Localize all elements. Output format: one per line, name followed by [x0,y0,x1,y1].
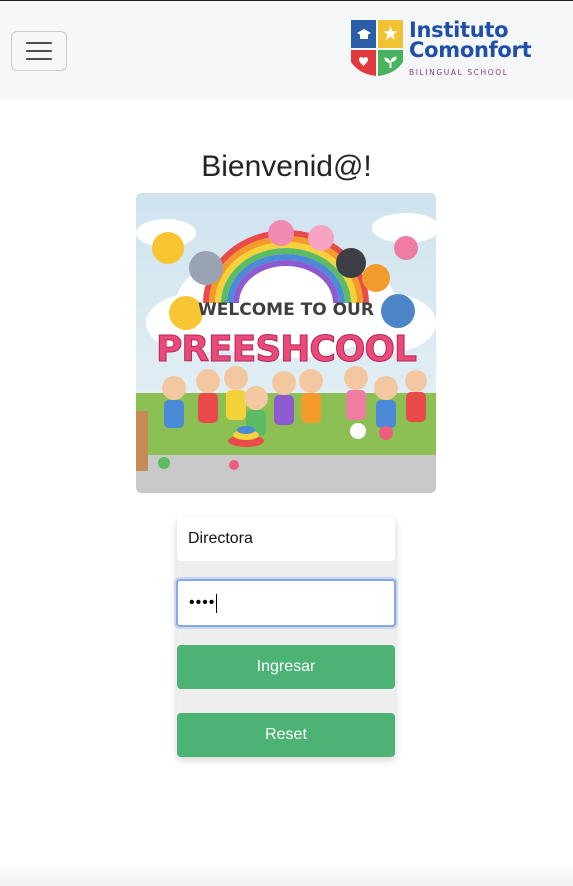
banner-text-preschool: PREESHCOOL [156,329,416,370]
hamburger-icon-line [26,58,52,60]
hamburger-icon-line [26,50,52,52]
hamburger-icon-line [26,42,52,44]
page-title: Bienvenid@! [201,150,372,183]
password-mask: •••• [189,594,216,611]
navbar: Instituto Comonfort BILINGUAL SCHOOL [0,1,573,100]
username-field[interactable] [177,517,395,561]
menu-toggle-button[interactable] [11,31,67,71]
preschool-illustration: WELCOME TO OUR PREESHCOOL [136,193,436,493]
bottom-edge-shadow [0,864,573,886]
text-caret [216,593,218,613]
school-crest-icon [351,20,403,76]
password-field[interactable]: •••• [176,579,396,627]
login-button[interactable]: Ingresar [177,645,395,689]
logo-line-1: Instituto [409,18,509,42]
reset-button[interactable]: Reset [177,713,395,757]
logo-wordmark: Instituto Comonfort [409,18,532,62]
login-form: •••• Ingresar Reset [176,517,396,757]
school-logo[interactable]: Instituto Comonfort BILINGUAL SCHOOL [349,18,541,80]
logo-line-2: Comonfort [409,38,532,62]
banner-text-welcome: WELCOME TO OUR [198,300,374,320]
logo-tagline: BILINGUAL SCHOOL [409,68,509,77]
welcome-banner-image: WELCOME TO OUR PREESHCOOL [136,193,436,493]
